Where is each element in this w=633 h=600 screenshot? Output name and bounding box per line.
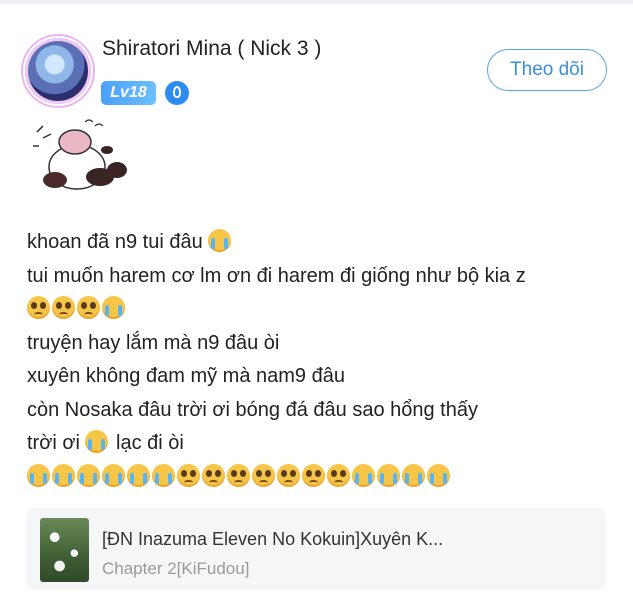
crying-face-icon xyxy=(52,463,75,487)
level-badge: Lv18 xyxy=(101,81,156,105)
crying-face-icon xyxy=(427,463,450,487)
pleading-face-icon xyxy=(227,463,250,487)
pleading-face-icon xyxy=(27,296,50,319)
crying-face-icon xyxy=(27,463,50,487)
pleading-face-icon xyxy=(277,463,300,487)
comment-line xyxy=(27,461,617,495)
comment-line: trời ơi lạc đi òi xyxy=(27,427,617,461)
verified-badge-icon xyxy=(165,81,189,105)
comment-text: còn Nosaka đâu trời ơi bóng đá đâu sao h… xyxy=(27,398,478,421)
crying-face-icon xyxy=(102,296,125,319)
pleading-face-icon xyxy=(177,463,200,487)
comment-line: truyện hay lắm mà n9 đâu òi xyxy=(27,327,617,361)
panda-sticker xyxy=(33,119,127,190)
comment-text: khoan đã n9 tui đâu xyxy=(27,231,209,253)
pleading-face-icon xyxy=(77,296,100,319)
comment-line: tui muốn harem cơ lm ơn đi harem đi giốn… xyxy=(27,260,617,294)
comment-text: tui muốn harem cơ lm ơn đi harem đi giốn… xyxy=(27,264,526,287)
crying-face-icon xyxy=(377,463,400,487)
pleading-face-icon xyxy=(327,463,350,487)
comment-line: khoan đã n9 tui đâu xyxy=(27,226,617,260)
comment-line xyxy=(27,293,617,327)
comment-text: xuyên không đam mỹ mà nam9 đâu xyxy=(27,365,345,387)
follow-button[interactable]: Theo dõi xyxy=(487,49,607,91)
crying-face-icon xyxy=(102,463,125,487)
pleading-face-icon xyxy=(252,463,275,487)
comment-line: còn Nosaka đâu trời ơi bóng đá đâu sao h… xyxy=(27,394,617,428)
comment-body: khoan đã n9 tui đâu tui muốn harem cơ lm… xyxy=(27,226,617,494)
crying-face-icon xyxy=(352,463,375,487)
crying-face-icon xyxy=(127,463,150,487)
comment-text: lạc đi òi xyxy=(110,432,184,454)
pleading-face-icon xyxy=(202,463,225,487)
book-chapter: Chapter 2[KiFudou] xyxy=(102,559,250,578)
crying-face-icon xyxy=(152,463,175,487)
pleading-face-icon xyxy=(52,296,75,319)
crying-face-icon xyxy=(402,463,425,487)
crying-face-icon xyxy=(77,463,100,487)
avatar-frame xyxy=(21,34,95,108)
book-card[interactable]: [ĐN Inazuma Eleven No Kokuin]Xuyên K... … xyxy=(26,508,606,590)
crying-face-icon xyxy=(85,430,109,453)
username[interactable]: Shiratori Mina ( Nick 3 ) xyxy=(102,37,321,61)
crying-face-icon xyxy=(208,229,232,252)
book-title: [ĐN Inazuma Eleven No Kokuin]Xuyên K... xyxy=(102,529,444,549)
book-cover-image xyxy=(40,518,89,582)
comment-text: truyện hay lắm mà n9 đâu òi xyxy=(27,331,280,354)
comment-line: xuyên không đam mỹ mà nam9 đâu xyxy=(27,360,617,394)
top-divider xyxy=(0,0,633,4)
pleading-face-icon xyxy=(302,463,325,487)
comment-text: trời ơi xyxy=(27,432,86,454)
